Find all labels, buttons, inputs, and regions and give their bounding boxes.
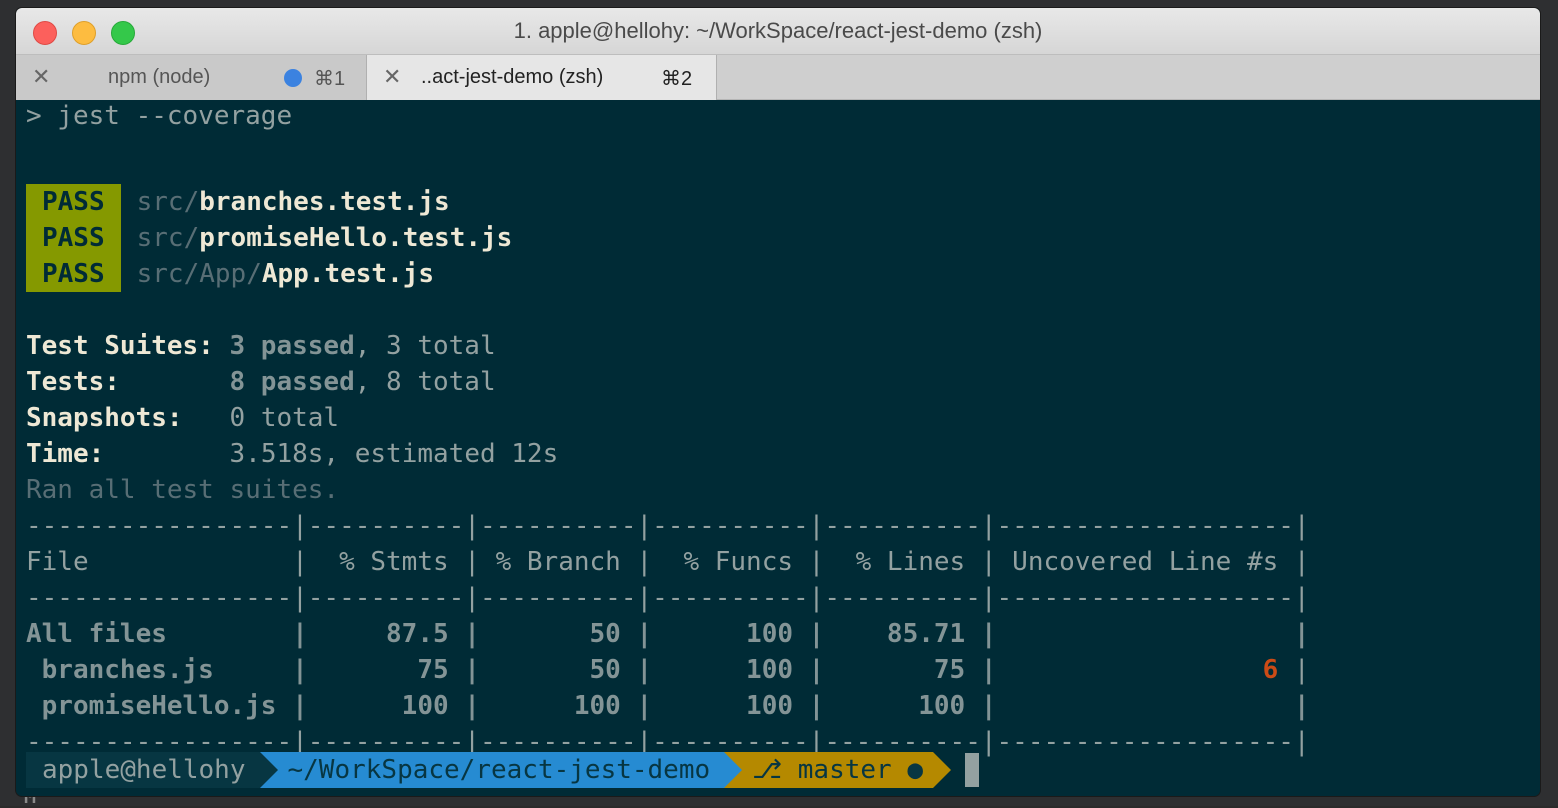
- title-bar[interactable]: 1. apple@hellohy: ~/WorkSpace/react-jest…: [16, 8, 1540, 54]
- tab-label: ..act-jest-demo (zsh): [421, 66, 604, 88]
- tab-shortcut: ⌘1: [314, 68, 346, 90]
- coverage-row-branches: branches.js | 75 | 50 | 100 | 75 | 6 |: [26, 655, 1310, 685]
- test-result-row: PASS src/App/App.test.js: [26, 256, 434, 292]
- dirty-indicator-icon: ●: [907, 755, 923, 785]
- pass-badge: PASS: [26, 220, 121, 256]
- terminal-output[interactable]: > jest --coverage PASS src/branches.test.…: [16, 100, 1540, 796]
- test-result-row: PASS src/branches.test.js: [26, 184, 450, 220]
- command-line: > jest --coverage: [26, 101, 293, 131]
- pass-badge: PASS: [26, 184, 121, 220]
- text-cursor: [965, 753, 979, 787]
- prompt-git: ⎇ master ●: [742, 752, 933, 788]
- minimize-window-button[interactable]: [72, 21, 96, 45]
- summary-suites: Test Suites: 3 passed, 3 total: [26, 331, 496, 361]
- terminal-window: 1. apple@hellohy: ~/WorkSpace/react-jest…: [16, 8, 1540, 796]
- activity-dot-icon: [284, 69, 302, 87]
- summary-ran: Ran all test suites.: [26, 475, 340, 505]
- prompt-path: ~/WorkSpace/react-jest-demo: [277, 752, 725, 788]
- powerline-separator-icon: [724, 752, 743, 788]
- tab-bar: ✕ npm (node) ⌘1 ✕ ..act-jest-demo (zsh) …: [16, 54, 1540, 100]
- tab-shortcut: ⌘2: [661, 68, 693, 90]
- summary-snapshots: Snapshots: 0 total: [26, 403, 340, 433]
- tab-close-icon[interactable]: ✕: [32, 64, 50, 90]
- coverage-separator: -----------------|----------|----------|…: [26, 511, 1310, 541]
- powerline-separator-icon: [259, 752, 278, 788]
- git-branch-icon: ⎇: [752, 755, 783, 785]
- coverage-separator: -----------------|----------|----------|…: [26, 583, 1310, 613]
- summary-tests: Tests: 8 passed, 8 total: [26, 367, 496, 397]
- shell-prompt[interactable]: apple@hellohy ~/WorkSpace/react-jest-dem…: [26, 752, 979, 788]
- tab-label: npm (node): [108, 66, 211, 88]
- coverage-row-all-files: All files | 87.5 | 50 | 100 | 85.71 | |: [26, 619, 1310, 649]
- test-result-row: PASS src/promiseHello.test.js: [26, 220, 512, 256]
- uncovered-lines: 6: [1262, 655, 1279, 685]
- close-window-button[interactable]: [33, 21, 57, 45]
- pass-badge: PASS: [26, 256, 121, 292]
- tab-react-jest-demo[interactable]: ✕ ..act-jest-demo (zsh) ⌘2: [367, 55, 717, 100]
- coverage-row-promisehello: promiseHello.js | 100 | 100 | 100 | 100 …: [26, 691, 1310, 721]
- window-title: 1. apple@hellohy: ~/WorkSpace/react-jest…: [513, 18, 1043, 43]
- maximize-window-button[interactable]: [111, 21, 135, 45]
- tab-close-icon[interactable]: ✕: [383, 64, 401, 90]
- coverage-header: File | % Stmts | % Branch | % Funcs | % …: [26, 547, 1310, 577]
- powerline-separator-icon: [933, 752, 951, 788]
- prompt-user: apple@hellohy: [26, 752, 260, 788]
- tab-npm-node[interactable]: ✕ npm (node) ⌘1: [16, 55, 367, 100]
- git-branch: master: [797, 755, 892, 785]
- summary-time: Time: 3.518s, estimated 12s: [26, 439, 559, 469]
